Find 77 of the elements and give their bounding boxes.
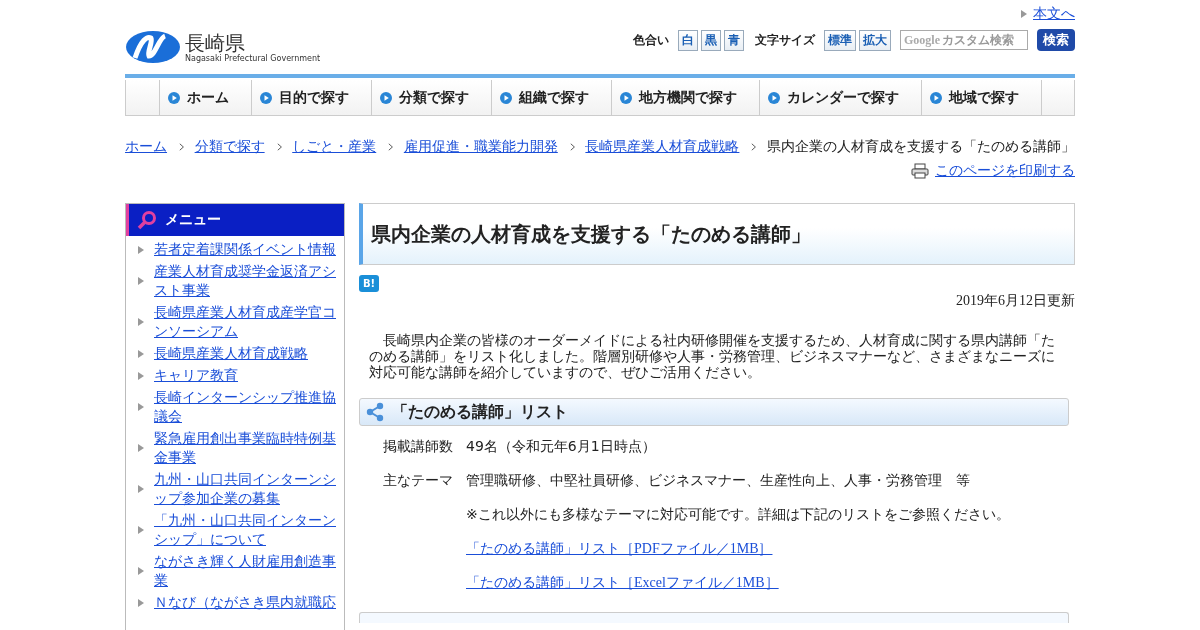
font-size-button[interactable]: 標準 [824,29,856,51]
color-scheme-button[interactable]: 青 [724,29,744,51]
sidebar-link[interactable]: 長崎県産業人材育成産学官コンソーシアム [154,303,338,341]
sidebar-link[interactable]: 九州・山口共同インターンシップ参加企業の募集 [154,470,338,508]
triangle-bullet-icon [138,318,144,326]
share-icon [366,402,384,422]
field-label: 掲載講師数 [383,438,454,456]
bookmark-button[interactable]: B! [359,275,380,292]
breadcrumb-link[interactable]: しごと・産業 [292,138,377,156]
chevron-right-icon [569,142,576,152]
triangle-bullet-icon [138,485,144,493]
sidebar-link[interactable]: 若者定着課関係イベント情報 [154,240,336,259]
sidebar-title: メニュー [126,204,344,236]
download-link[interactable]: 「たのめる講師」リスト［PDFファイル／1MB］ [466,541,773,556]
font-size-label: 文字サイズ [755,31,815,49]
nav-menu-item[interactable]: 組織で探す [491,80,612,115]
note-text: ※これ以外にも多様なテーマに対応可能です。詳細は下記のリストをご参照ください。 [466,506,1010,524]
chevron-right-icon [179,142,185,152]
triangle-bullet-icon [138,598,144,607]
nav-menu-item[interactable]: ホーム [159,80,252,115]
nav-menu-item[interactable]: 分類で探す [371,80,492,115]
sidebar-link[interactable]: Ｎなび（ながさき県内就職応 [154,593,336,612]
triangle-bullet-icon [138,444,144,452]
print-page-link[interactable]: このページを印刷する [935,162,1075,180]
page-title: 県内企業の人材育成を支援する「たのめる講師」 [359,203,1075,265]
play-circle-icon [619,91,632,104]
triangle-bullet-icon [138,277,144,285]
color-scheme-label: 色合い [633,31,669,49]
printer-icon [911,163,929,179]
sidebar-link[interactable]: 長崎インターンシップ推進協議会 [154,388,338,426]
color-scheme-button[interactable]: 黒 [701,29,721,51]
play-circle-icon [167,91,180,104]
nav-menu-item[interactable]: 目的で探す [251,80,372,115]
triangle-bullet-icon [138,403,144,411]
intro-paragraph: 長崎県内企業の皆様のオーダーメイドによる社内研修開催を支援するため、人材育成に関する県内講師「たのめる講師」をリスト化しました。階層別研修や人事・労務管理、ビジネスマナーなど、さまざまなニーズに対応可能な講師を紹介していますので、ぜひご活用ください。 [369,332,1056,380]
play-circle-icon [767,91,780,104]
breadcrumb-current: 県内企業の人材育成を支援する「たのめる講師」 [767,138,1075,156]
skip-to-content-link[interactable]: 本文へ [1033,5,1075,23]
field-value: 49名（令和元年6月1日時点） [466,438,656,456]
play-circle-icon [499,91,512,104]
breadcrumb-link[interactable]: ホーム [125,138,168,156]
play-circle-icon [929,91,942,104]
triangle-bullet-icon [1021,10,1027,18]
section-heading: 「たのめる講師」リスト [359,398,1069,426]
chevron-right-icon [751,142,757,152]
breadcrumb-link[interactable]: 雇用促進・職業能力開発 [403,138,558,156]
updated-date: 2019年6月12日更新 [955,292,1075,310]
play-circle-icon [259,91,272,104]
search-icon [137,210,157,230]
color-scheme-button[interactable]: 白 [678,29,698,51]
search-button[interactable]: 検索 [1037,29,1075,51]
triangle-bullet-icon [138,567,144,575]
breadcrumb-link[interactable]: 長崎県産業人材育成戦略 [585,138,740,156]
triangle-bullet-icon [138,245,144,254]
logo-icon [125,30,181,64]
nav-menu-item[interactable]: 地域で探す [921,80,1042,115]
sidebar-link[interactable]: 緊急雇用創出事業臨時特例基金事業 [154,429,338,467]
sidebar-link[interactable]: 「九州・山口共同インターンシップ」について [154,511,338,549]
logo-subtitle: Nagasaki Prefectural Government [185,53,321,63]
logo-name: 長崎県 [185,31,245,54]
play-circle-icon [379,91,392,104]
chevron-right-icon [276,142,283,152]
nav-menu-item[interactable]: 地方機関で探す [611,80,760,115]
sidebar-link[interactable]: 産業人材育成奨学金返済アシスト事業 [154,262,338,300]
font-size-button[interactable]: 拡大 [859,29,891,51]
field-label: 主なテーマ [383,472,454,490]
sidebar-link[interactable]: 長崎県産業人材育成戦略 [154,344,308,363]
sidebar-link[interactable]: ながさき輝く人財雇用創造事業 [154,552,338,590]
field-value: 管理職研修、中堅社員研修、ビジネスマナー、生産性向上、人事・労務管理 等 [466,472,970,490]
triangle-bullet-icon [138,371,144,380]
triangle-bullet-icon [138,349,144,358]
sidebar-link[interactable]: キャリア教育 [154,366,238,385]
download-link[interactable]: 「たのめる講師」リスト［Excelファイル／1MB］ [466,575,779,590]
breadcrumb-link[interactable]: 分類で探す [194,138,265,156]
triangle-bullet-icon [138,526,144,534]
nav-menu-item[interactable]: カレンダーで探す [759,80,922,115]
chevron-right-icon [388,142,394,152]
